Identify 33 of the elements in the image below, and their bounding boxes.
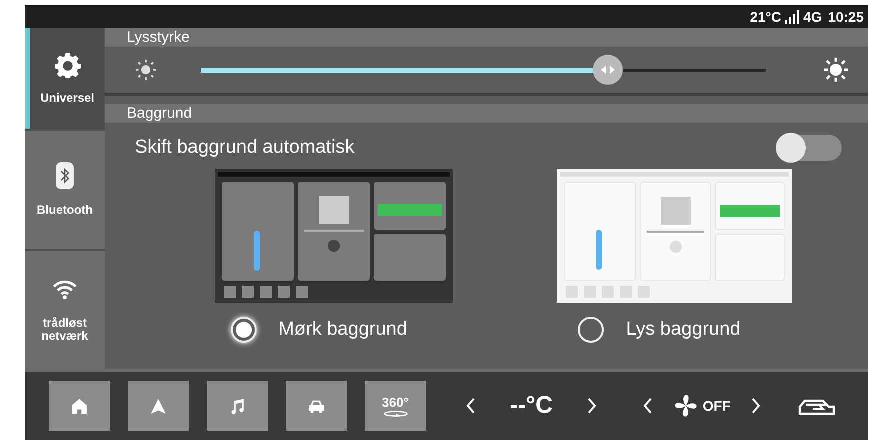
bluetooth-icon bbox=[56, 162, 74, 190]
shortcut-button[interactable] bbox=[286, 381, 347, 431]
brightness-slider[interactable] bbox=[201, 55, 766, 85]
section-header: Lysstyrke bbox=[105, 28, 868, 47]
increase-temperature-icon[interactable] bbox=[586, 398, 597, 414]
signal-icon bbox=[784, 10, 800, 24]
home-icon bbox=[71, 398, 88, 414]
background-option[interactable]: Mørk baggrund bbox=[230, 317, 438, 343]
increase-fan-icon[interactable] bbox=[750, 398, 761, 414]
fan-status: OFF bbox=[702, 398, 731, 414]
settings-icon bbox=[54, 52, 80, 78]
fan-icon bbox=[672, 393, 699, 419]
clock: 10:25 bbox=[828, 8, 864, 24]
toggle-switch[interactable] bbox=[776, 135, 842, 161]
network-type: 4G bbox=[804, 8, 822, 24]
outside-temperature: 21°C bbox=[750, 8, 782, 24]
navigation-arrow-icon bbox=[150, 398, 167, 414]
slider-thumb[interactable] bbox=[592, 55, 623, 85]
shortcut-button[interactable]: 360° bbox=[365, 381, 426, 431]
shortcut-button[interactable] bbox=[128, 381, 189, 431]
shortcut-button[interactable] bbox=[49, 381, 110, 431]
sidebar-item[interactable]: trådløst netværk bbox=[25, 250, 105, 370]
auto-switch-label: Skift baggrund automatisk bbox=[135, 137, 355, 159]
background-option[interactable]: Lys baggrund bbox=[578, 317, 771, 343]
music-note-icon bbox=[229, 398, 246, 414]
decrease-fan-icon[interactable] bbox=[642, 398, 653, 414]
section-header: Baggrund bbox=[105, 104, 868, 123]
sidebar-item[interactable]: Bluetooth bbox=[25, 130, 105, 249]
cabin-temperature: --°C bbox=[510, 392, 553, 420]
shortcut-button[interactable] bbox=[207, 381, 268, 431]
dim-brightness-icon bbox=[135, 59, 157, 81]
decrease-temperature-icon[interactable] bbox=[466, 398, 476, 414]
bright-brightness-icon bbox=[824, 58, 848, 82]
